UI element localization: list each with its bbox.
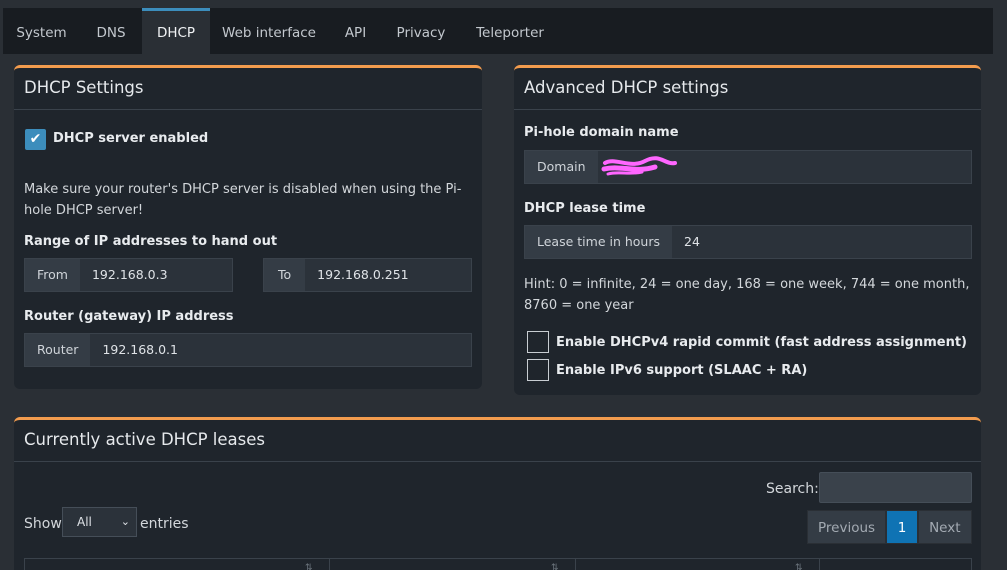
dhcp-leases-box: Currently active DHCP leases Search: Sho…: [14, 417, 981, 570]
sort-icon[interactable]: ⇅: [551, 563, 559, 570]
lease-input[interactable]: 24: [672, 226, 971, 258]
ipv6-checkbox[interactable]: [527, 359, 549, 381]
ipv6-label: Enable IPv6 support (SLAAC + RA): [556, 363, 808, 378]
chevron-down-icon: ⌄: [120, 515, 130, 528]
advanced-dhcp-box: Advanced DHCP settings Pi-hole domain na…: [514, 65, 981, 395]
lease-group: Lease time in hours 24: [524, 225, 972, 259]
domain-input[interactable]: [597, 151, 971, 183]
previous-button[interactable]: Previous: [807, 510, 887, 544]
dhcp-enabled-label: DHCP server enabled: [53, 131, 209, 146]
rapid-commit-checkbox[interactable]: [527, 331, 549, 353]
tab-api[interactable]: API: [328, 8, 383, 54]
search-label: Search:: [766, 481, 819, 497]
page-size-select[interactable]: All ⌄: [62, 507, 137, 537]
range-from-group: From 192.168.0.3: [24, 258, 233, 292]
lease-label: DHCP lease time: [524, 201, 646, 216]
show-label: Show: [24, 516, 62, 532]
router-group: Router 192.168.0.1: [24, 333, 472, 367]
tab-system[interactable]: System: [3, 8, 80, 54]
dhcp-settings-box: DHCP Settings ✔ DHCP server enabled Make…: [14, 65, 482, 389]
domain-label: Pi-hole domain name: [524, 125, 679, 140]
advanced-dhcp-title: Advanced DHCP settings: [514, 68, 981, 110]
pagination: Previous 1 Next: [807, 510, 972, 544]
tab-dhcp[interactable]: DHCP: [142, 8, 210, 54]
entries-label: entries: [140, 516, 189, 532]
range-from-addon: From: [25, 259, 80, 291]
domain-addon: Domain: [525, 151, 598, 183]
page-size-value: All: [77, 515, 92, 529]
router-label: Router (gateway) IP address: [24, 309, 234, 324]
tab-dns[interactable]: DNS: [80, 8, 142, 54]
check-icon: ✔: [29, 131, 42, 147]
search-input[interactable]: [819, 472, 972, 503]
settings-tabs: System DNS DHCP Web interface API Privac…: [3, 8, 993, 54]
dhcp-settings-title: DHCP Settings: [14, 68, 482, 110]
range-to-group: To 192.168.0.251: [263, 258, 472, 292]
rapid-commit-label: Enable DHCPv4 rapid commit (fast address…: [556, 335, 967, 350]
page-1-button[interactable]: 1: [886, 510, 919, 544]
domain-group: Domain: [524, 150, 972, 184]
leases-table-header: ⇅ ⇅ ⇅: [24, 558, 972, 570]
dhcp-leases-title: Currently active DHCP leases: [14, 420, 981, 462]
sort-icon[interactable]: ⇅: [795, 563, 803, 570]
tab-web-interface[interactable]: Web interface: [210, 8, 328, 54]
settings-page: System DNS DHCP Web interface API Privac…: [0, 0, 1007, 570]
dhcp-note: Make sure your router's DHCP server is d…: [24, 182, 462, 218]
router-addon: Router: [25, 334, 91, 366]
column-divider: [329, 559, 330, 570]
sort-icon[interactable]: ⇅: [305, 563, 313, 570]
lease-hint: Hint: 0 = infinite, 24 = one day, 168 = …: [524, 277, 970, 313]
column-divider: [819, 559, 820, 570]
range-to-input[interactable]: 192.168.0.251: [305, 259, 471, 291]
tab-privacy[interactable]: Privacy: [383, 8, 459, 54]
router-input[interactable]: 192.168.0.1: [90, 334, 471, 366]
range-to-addon: To: [264, 259, 306, 291]
range-from-input[interactable]: 192.168.0.3: [79, 259, 232, 291]
next-button[interactable]: Next: [918, 510, 972, 544]
range-label: Range of IP addresses to hand out: [24, 234, 278, 249]
redaction-scribble: [601, 156, 677, 176]
dhcp-enabled-checkbox[interactable]: ✔: [25, 129, 46, 150]
column-divider: [575, 559, 576, 570]
lease-addon: Lease time in hours: [525, 226, 672, 258]
tab-teleporter[interactable]: Teleporter: [459, 8, 561, 54]
